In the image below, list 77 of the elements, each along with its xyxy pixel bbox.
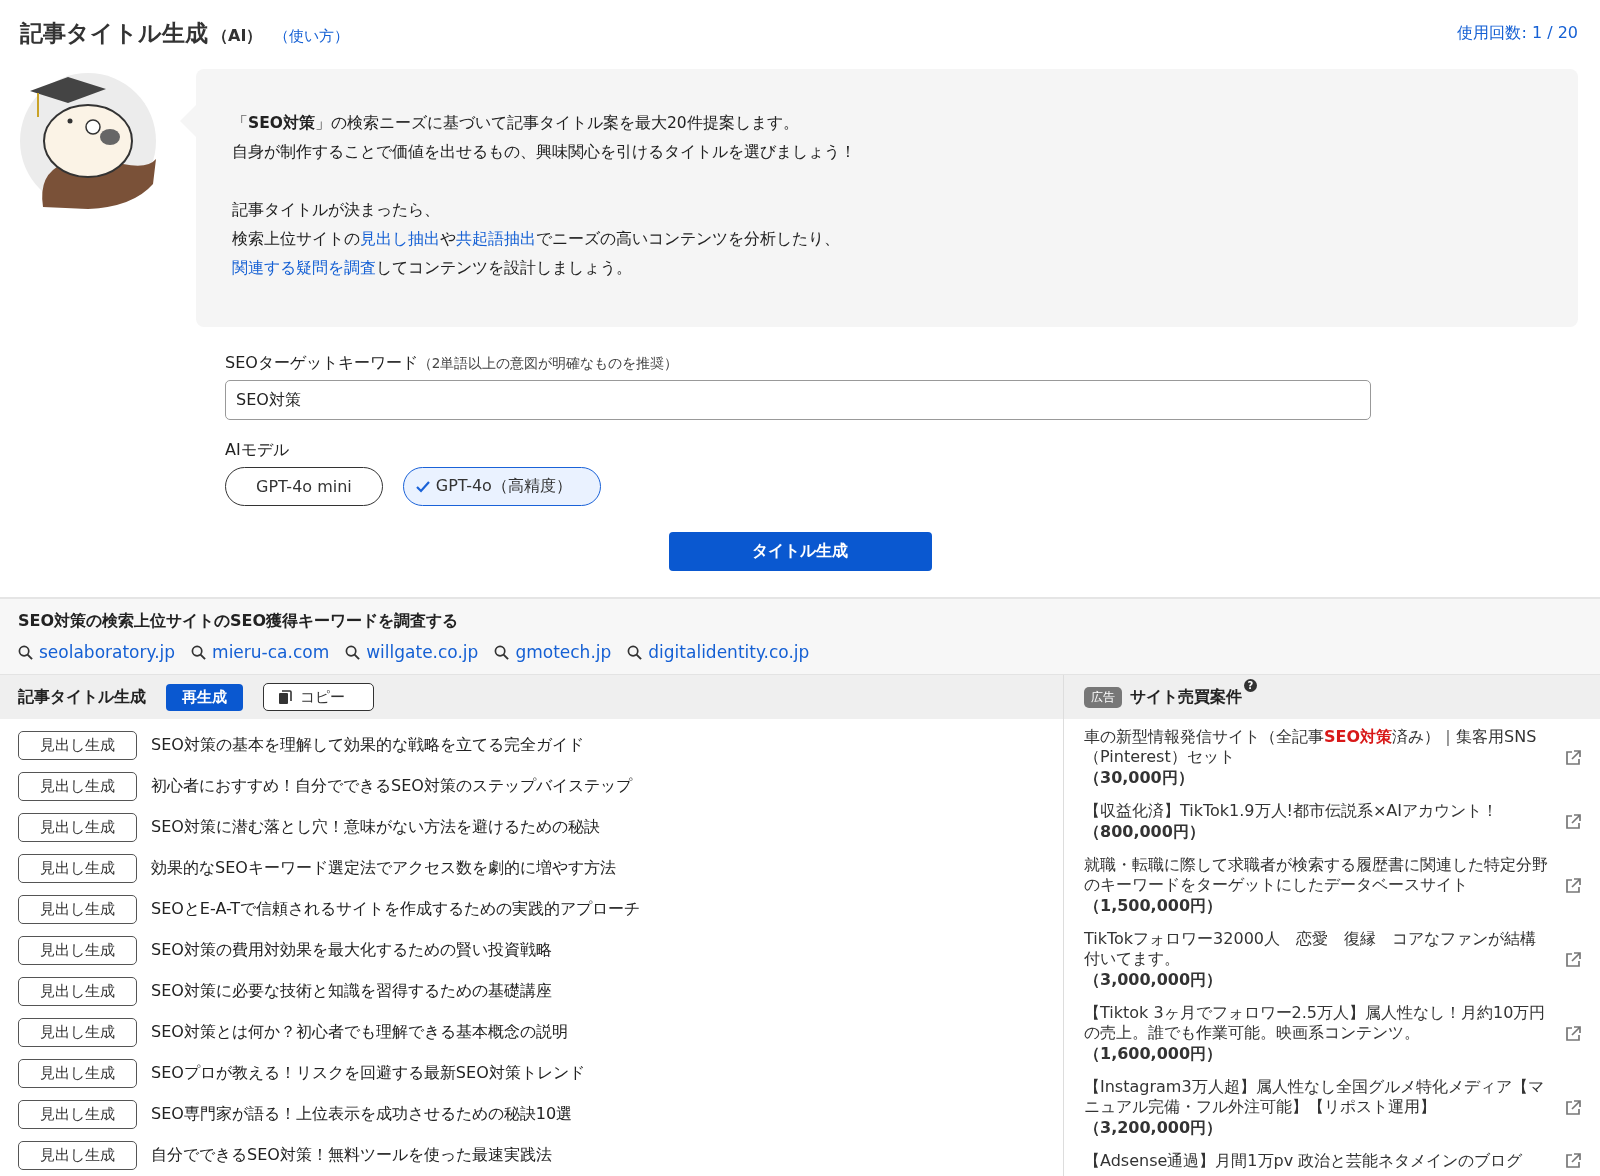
model-option[interactable]: GPT-4o mini — [225, 467, 383, 506]
external-link-icon[interactable] — [1564, 877, 1582, 895]
listing-title[interactable]: 車の新型情報発信サイト（全記事SEO対策済み）｜集客用SNS（Pinterest）セット — [1084, 727, 1550, 767]
search-icon — [191, 644, 207, 660]
title-suggestion: SEO対策に必要な技術と知識を習得するための基礎講座 — [151, 981, 552, 1002]
model-option[interactable]: GPT-4o（高精度） — [402, 467, 601, 506]
external-link-icon[interactable] — [1564, 1099, 1582, 1117]
ads-heading: サイト売買案件 — [1130, 686, 1242, 708]
research-heading: SEO対策の検索上位サイトのSEO獲得キーワードを調査する — [18, 611, 460, 632]
check-icon — [415, 480, 430, 493]
heading-generate-button[interactable]: 見出し生成 — [18, 977, 137, 1006]
listing-price: （800,000円） — [1084, 821, 1206, 843]
search-icon — [18, 644, 33, 660]
intro-paragraph: 「SEO対策」の検索ニーズに基づいて記事タイトル案を最大20件提案します。 自身が制作することで価値を出せるもの、興味関心を引けるタイトルを選びましょう！ — [232, 113, 857, 163]
search-icon — [627, 644, 643, 660]
listing-title[interactable]: 【Adsense通過】月間1万pv 政治と芸能ネタメインのブログ — [1084, 1151, 1550, 1171]
listing-title[interactable]: 【Tiktok 3ヶ月でフォロワー2.5万人】属人性なし！月約10万円の売上。誰でも作業可能。映画系コンテンツ。 — [1084, 1003, 1550, 1043]
model-label: AIモデル — [225, 440, 289, 461]
listing-price: （3,000,000円） — [1084, 969, 1224, 991]
external-link-icon[interactable] — [1564, 813, 1582, 831]
titles-heading: 記事タイトル生成 — [18, 686, 146, 708]
site-search-link[interactable]: seolaboratory.jp — [18, 642, 176, 662]
title-suggestion: SEOとE-A-Tで信頼されるサイトを作成するための実践的アプローチ — [151, 899, 641, 920]
keyword-field[interactable]: SEO対策 — [225, 380, 1371, 420]
external-link-icon[interactable] — [1564, 1152, 1582, 1170]
listing-title[interactable]: 【収益化済】TikTok1.9万人!都市伝説系×AIアカウント！ — [1084, 801, 1550, 821]
title-suggestion: SEO対策の基本を理解して効果的な戦略を立てる完全ガイド — [151, 735, 584, 756]
title-suggestion: SEO対策の費用対効果を最大化するための賢い投資戦略 — [151, 940, 552, 961]
external-link-icon[interactable] — [1564, 749, 1582, 767]
title-suggestion: 自分でできるSEO対策！無料ツールを使った最速実践法 — [151, 1145, 552, 1166]
title-suggestion: 初心者におすすめ！自分でできるSEO対策のステップバイステップ — [151, 776, 632, 797]
copy-icon — [278, 689, 292, 705]
site-search-link[interactable]: digitalidentity.co.jp — [627, 642, 810, 662]
keyword-label: SEOターゲットキーワード — [225, 353, 418, 374]
generate-button[interactable]: タイトル生成 — [668, 532, 932, 571]
heading-generate-button[interactable]: 見出し生成 — [18, 1141, 137, 1170]
ad-badge: 広告 — [1084, 686, 1122, 708]
listing-price: （1,500,000円） — [1084, 895, 1224, 917]
heading-generate-button[interactable]: 見出し生成 — [18, 1018, 137, 1047]
text-link[interactable]: 共起語抽出 — [456, 230, 536, 248]
title-suggestion: SEO専門家が語る！上位表示を成功させるための秘訣10選 — [151, 1104, 573, 1125]
heading-generate-button[interactable]: 見出し生成 — [18, 895, 137, 924]
page-title: 記事タイトル生成 — [20, 19, 208, 48]
title-suggestion: SEO対策とは何か？初心者でも理解できる基本概念の説明 — [151, 1022, 568, 1043]
heading-generate-button[interactable]: 見出し生成 — [18, 772, 137, 801]
heading-generate-button[interactable]: 見出し生成 — [18, 731, 137, 760]
heading-generate-button[interactable]: 見出し生成 — [18, 1059, 137, 1088]
search-icon — [494, 644, 510, 660]
site-search-link[interactable]: mieru-ca.com — [191, 642, 330, 662]
site-search-link[interactable]: gmotech.jp — [494, 642, 612, 662]
listing-title[interactable]: TikTokフォロワー32000人 恋愛 復縁 コアなファンが結構付いてます。 — [1084, 929, 1550, 969]
help-link[interactable]: （使い方） — [274, 27, 350, 46]
site-search-link[interactable]: willgate.co.jp — [345, 642, 479, 662]
external-link-icon[interactable] — [1564, 951, 1582, 969]
listing-title[interactable]: 就職・転職に際して求職者が検索する履歴書に関連した特定分野のキーワードをターゲットにしたデータベースサイト — [1084, 855, 1550, 895]
title-suggestion: SEO対策に潜む落とし穴！意味がない方法を避けるための秘訣 — [151, 817, 600, 838]
intro-paragraph: 記事タイトルが決まったら、 検索上位サイトの見出し抽出や共起語抽出でニーズの高いコンテンツを分析したり、 関連する疑問を調査 してコンテンツを設計しましょう。 — [232, 200, 841, 279]
search-icon — [345, 644, 361, 660]
title-suggestion: SEOプロが教える！リスクを回避する最新SEO対策トレンド — [151, 1063, 585, 1084]
title-suffix: （AI） — [212, 26, 263, 47]
title-suggestion: 効果的なSEOキーワード選定法でアクセス数を劇的に増やす方法 — [151, 858, 616, 879]
regenerate-button[interactable]: 再生成 — [166, 683, 243, 711]
heading-generate-button[interactable]: 見出し生成 — [18, 813, 137, 842]
listing-price: （3,200,000円） — [1084, 1117, 1224, 1139]
listing-title[interactable]: 【Instagram3万人超】属人性なし全国グルメ特化メディア【マニュアル完備・フル外注可能】【リポスト運用】 — [1084, 1077, 1550, 1117]
help-icon[interactable]: ? — [1244, 679, 1257, 692]
usage-count: 使用回数: 1 / 20 — [1457, 23, 1578, 44]
copy-button[interactable]: コピー — [263, 683, 374, 711]
keyword-hint: （2単語以上の意図が明確なものを推奨） — [417, 355, 679, 373]
heading-generate-button[interactable]: 見出し生成 — [18, 1100, 137, 1129]
listing-price: （1,600,000円） — [1084, 1043, 1224, 1065]
text-link[interactable]: 関連する疑問を調査 — [232, 259, 376, 277]
heading-generate-button[interactable]: 見出し生成 — [18, 854, 137, 883]
external-link-icon[interactable] — [1564, 1025, 1582, 1043]
listing-price: （30,000円） — [1084, 767, 1195, 789]
heading-generate-button[interactable]: 見出し生成 — [18, 936, 137, 965]
text-link[interactable]: 見出し抽出 — [360, 230, 440, 248]
